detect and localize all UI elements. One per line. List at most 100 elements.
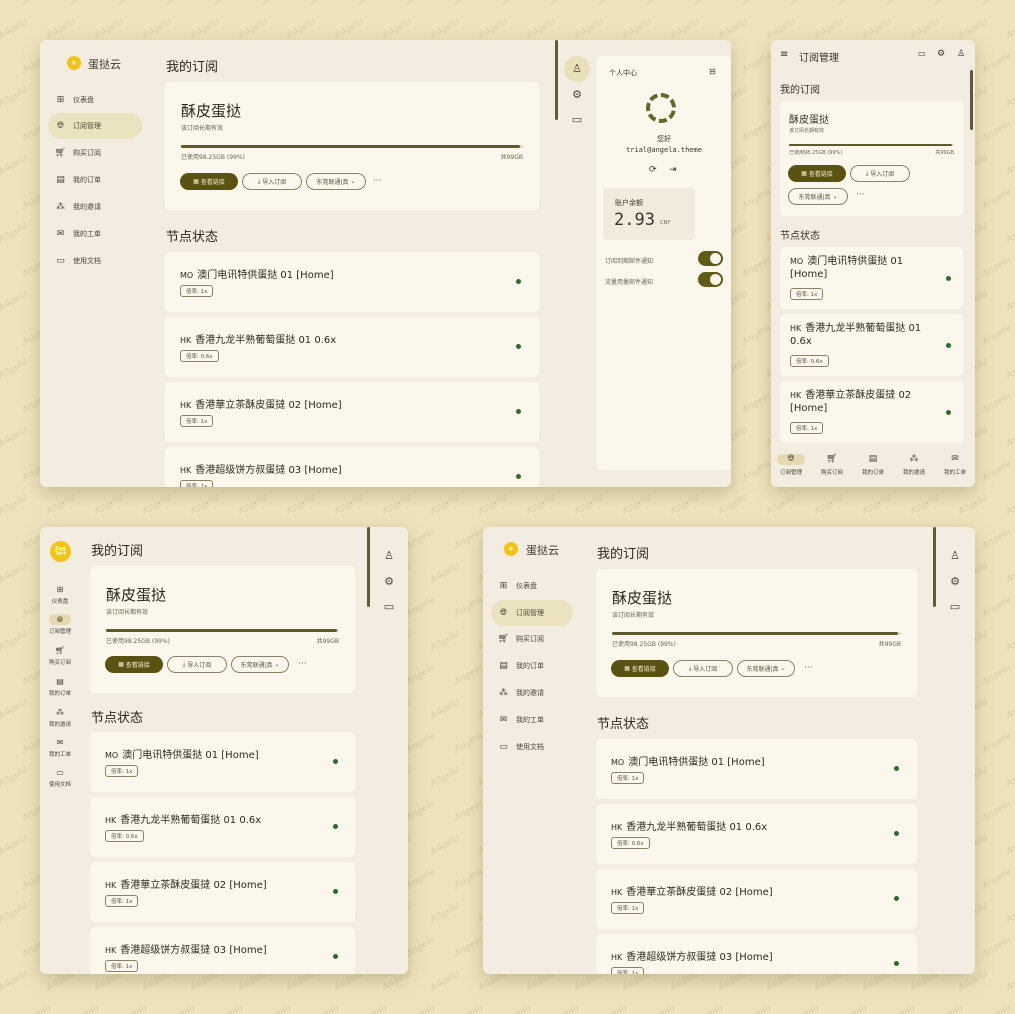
node-card[interactable]: MO 澳门电讯特供蛋挞 01 [Home] 倍率: 1x — [596, 739, 917, 799]
qr-icon: ▦ — [118, 661, 126, 668]
sidebar-item-orders[interactable]: ▤ 我的订单 — [56, 173, 142, 187]
collapse-icon[interactable]: ⊟ — [709, 67, 716, 76]
node-card[interactable]: MO 澳门电讯特供蛋挞 01 [Home] 倍率: 1x — [165, 252, 539, 312]
sidebar-item-dashboard[interactable]: ⊞ 仪表盘 — [56, 93, 142, 107]
chat-icon[interactable]: ▭ — [947, 600, 963, 613]
gear-icon[interactable]: ⚙ — [569, 88, 585, 101]
node-select[interactable]: 东莞联通|真 ⌄ — [231, 656, 289, 673]
bottom-nav-orders[interactable]: ▤ 我的订单 — [856, 454, 890, 476]
watermark-text: Angela — [188, 492, 221, 518]
watermark-text: Angela — [405, 1003, 437, 1014]
expiry-email-toggle[interactable] — [698, 251, 723, 266]
more-button[interactable]: ··· — [856, 190, 865, 200]
sidebar-item-invite[interactable]: ⁂ 我的邀请 — [56, 200, 142, 214]
menu-icon[interactable]: ≡ — [780, 49, 788, 60]
more-button[interactable]: ··· — [298, 659, 307, 669]
watermark-text: Angela — [261, 1003, 293, 1014]
watermark-text: Angela — [452, 662, 485, 688]
gear-icon[interactable]: ⚙ — [947, 575, 963, 588]
node-card[interactable]: HK 香港九龙半熟葡萄蛋挞 01 0.6x 倍率: 0.6x — [90, 797, 355, 857]
sidebar-item-subscription[interactable]: 🌐︎ 订阅管理 — [48, 113, 142, 139]
user-icon[interactable]: ♙ — [957, 49, 965, 59]
view-link-button[interactable]: ▦ 查看链接 — [180, 173, 238, 190]
sidebar-item-buy[interactable]: 🛒︎ 购买订阅 — [55, 146, 142, 160]
watermark-text: Angela — [980, 866, 1013, 892]
import-subscription-button[interactable]: ⤓ 导入订阅 — [167, 656, 227, 673]
chat-icon[interactable]: ▭ — [381, 600, 397, 613]
avatar — [646, 93, 676, 123]
sidebar-item-invite[interactable]: ⁂ 我的邀请 — [499, 686, 573, 700]
sidebar-item-subscription[interactable]: 🌐︎ 订阅管理 — [491, 600, 573, 626]
node-region: HK — [611, 953, 623, 962]
sidebar-item-docs[interactable]: ▭ 使用文档 — [499, 740, 573, 754]
node-select[interactable]: 东莞联通|真 ⌄ — [306, 173, 366, 190]
sidebar-item-buy[interactable]: 🛒︎ 购买订阅 — [498, 632, 573, 646]
watermark-text: Angela — [0, 832, 29, 858]
watermark-text: Angela — [1004, 764, 1015, 790]
scrollbar[interactable] — [367, 527, 370, 607]
watermark-text: Angela — [549, 0, 581, 7]
traffic-email-toggle[interactable] — [698, 272, 723, 287]
more-button[interactable]: ··· — [373, 176, 382, 186]
refresh-icon[interactable]: ⟳ — [649, 165, 657, 175]
watermark-text: Angela — [980, 118, 1013, 144]
watermark-text: Angela — [620, 492, 653, 518]
import-subscription-button[interactable]: ⤓ 导入订阅 — [850, 165, 910, 182]
sidebar-item-orders[interactable]: ▤ 我的订单 — [499, 659, 573, 673]
user-icon[interactable]: ♙ — [381, 549, 397, 562]
scrollbar[interactable] — [970, 70, 973, 130]
view-link-button[interactable]: ▦ 查看链接 — [105, 656, 163, 673]
sidebar-item-tickets[interactable]: ✉ 我的工单 — [499, 713, 573, 727]
bottom-nav-tickets[interactable]: ✉ 我的工单 — [938, 454, 972, 476]
import-subscription-button[interactable]: ⤓ 导入订阅 — [673, 660, 733, 677]
node-card[interactable]: HK 香港華立茶酥皮蛋撻 02 [Home] 倍率: 1x — [90, 862, 355, 922]
watermark-text: Angela — [501, 0, 533, 7]
watermark-text: Angela — [980, 934, 1013, 960]
sidebar-item-docs[interactable]: ▭ 使用文档 — [56, 254, 142, 268]
sidebar-item-dashboard[interactable]: ⊞ 仪表盘 — [499, 579, 573, 593]
node-select[interactable]: 东莞联通|真 ⌄ — [737, 660, 795, 677]
watermark-text: Angela — [404, 662, 437, 688]
node-card[interactable]: HK 香港華立茶酥皮蛋撻 02 [Home] 倍率: 1x — [596, 869, 917, 929]
rail-item-buy[interactable]: 🛒︎ 购买订阅 — [45, 645, 75, 666]
rail-item-tickets[interactable]: ✉ 我的工单 — [45, 737, 75, 758]
chat-icon[interactable]: ▭ — [569, 113, 585, 126]
node-rate-badge: 倍率: 1x — [790, 422, 824, 434]
gear-icon[interactable]: ⚙ — [381, 575, 397, 588]
node-card[interactable]: HK 香港超级饼方叔蛋撻 03 [Home] 倍率: 1x — [165, 447, 539, 487]
watermark-text: Angela — [1004, 492, 1015, 518]
node-card[interactable]: HK 香港華立茶酥皮蛋撻 02 [Home] 倍率: 1x — [165, 382, 539, 442]
gear-icon[interactable]: ⚙ — [937, 49, 945, 59]
sidebar-item-tickets[interactable]: ✉ 我的工单 — [56, 227, 142, 241]
node-card[interactable]: MO 澳门电讯特供蛋挞 01 [Home] 倍率: 1x — [90, 732, 355, 792]
dashboard-icon: ⊞ — [56, 585, 64, 594]
node-select[interactable]: 东莞联通|真 ⌄ — [788, 188, 848, 205]
node-card[interactable]: HK 香港超级饼方叔蛋撻 03 [Home] 倍率: 1x — [596, 934, 917, 974]
bottom-nav-subscription[interactable]: 🌐︎ 订阅管理 — [774, 454, 808, 476]
node-card[interactable]: MO 澳门电讯特供蛋挞 01 [Home] 倍率: 1x — [780, 247, 963, 309]
view-link-button[interactable]: ▦ 查看链接 — [611, 660, 669, 677]
rail-item-subscription[interactable]: 🌐︎ 订阅管理 — [45, 614, 75, 635]
bottom-nav-buy[interactable]: 🛒︎ 购买订阅 — [815, 454, 849, 476]
rail-item-dashboard[interactable]: ⊞ 仪表盘 — [45, 584, 75, 605]
rail-item-invite[interactable]: ⁂ 我的邀请 — [45, 707, 75, 728]
rail-item-docs[interactable]: ▭ 使用文档 — [45, 767, 75, 788]
logout-icon[interactable]: ⇥ — [669, 165, 677, 175]
node-card[interactable]: HK 香港超级饼方叔蛋撻 03 [Home] 倍率: 1x — [90, 927, 355, 974]
node-card[interactable]: HK 香港九龙半熟葡萄蛋挞 01 0.6x 倍率: 0.6x — [165, 317, 539, 377]
node-card[interactable]: HK 香港華立茶酥皮蛋撻 02 [Home] 倍率: 1x — [780, 381, 963, 443]
rail-item-orders[interactable]: ▤ 我的订单 — [45, 676, 75, 697]
user-icon[interactable]: ♙ — [947, 549, 963, 562]
import-subscription-button[interactable]: ⤓ 导入订阅 — [242, 173, 302, 190]
view-link-button[interactable]: ▦ 查看链接 — [788, 165, 846, 182]
node-card[interactable]: HK 香港九龙半熟葡萄蛋挞 01 0.6x 倍率: 0.6x — [596, 804, 917, 864]
bottom-nav-invite[interactable]: ⁂ 我的邀请 — [897, 454, 931, 476]
watermark-text: Angela — [0, 288, 29, 314]
watermark-text: Angela — [1004, 16, 1015, 42]
node-name: HK 香港九龙半熟葡萄蛋挞 01 0.6x — [790, 322, 940, 348]
scrollbar[interactable] — [555, 40, 558, 120]
chat-icon[interactable]: ▭ — [918, 49, 926, 58]
more-button[interactable]: ··· — [804, 663, 813, 673]
scrollbar[interactable] — [933, 527, 936, 607]
node-card[interactable]: HK 香港九龙半熟葡萄蛋挞 01 0.6x 倍率: 0.6x — [780, 314, 963, 376]
